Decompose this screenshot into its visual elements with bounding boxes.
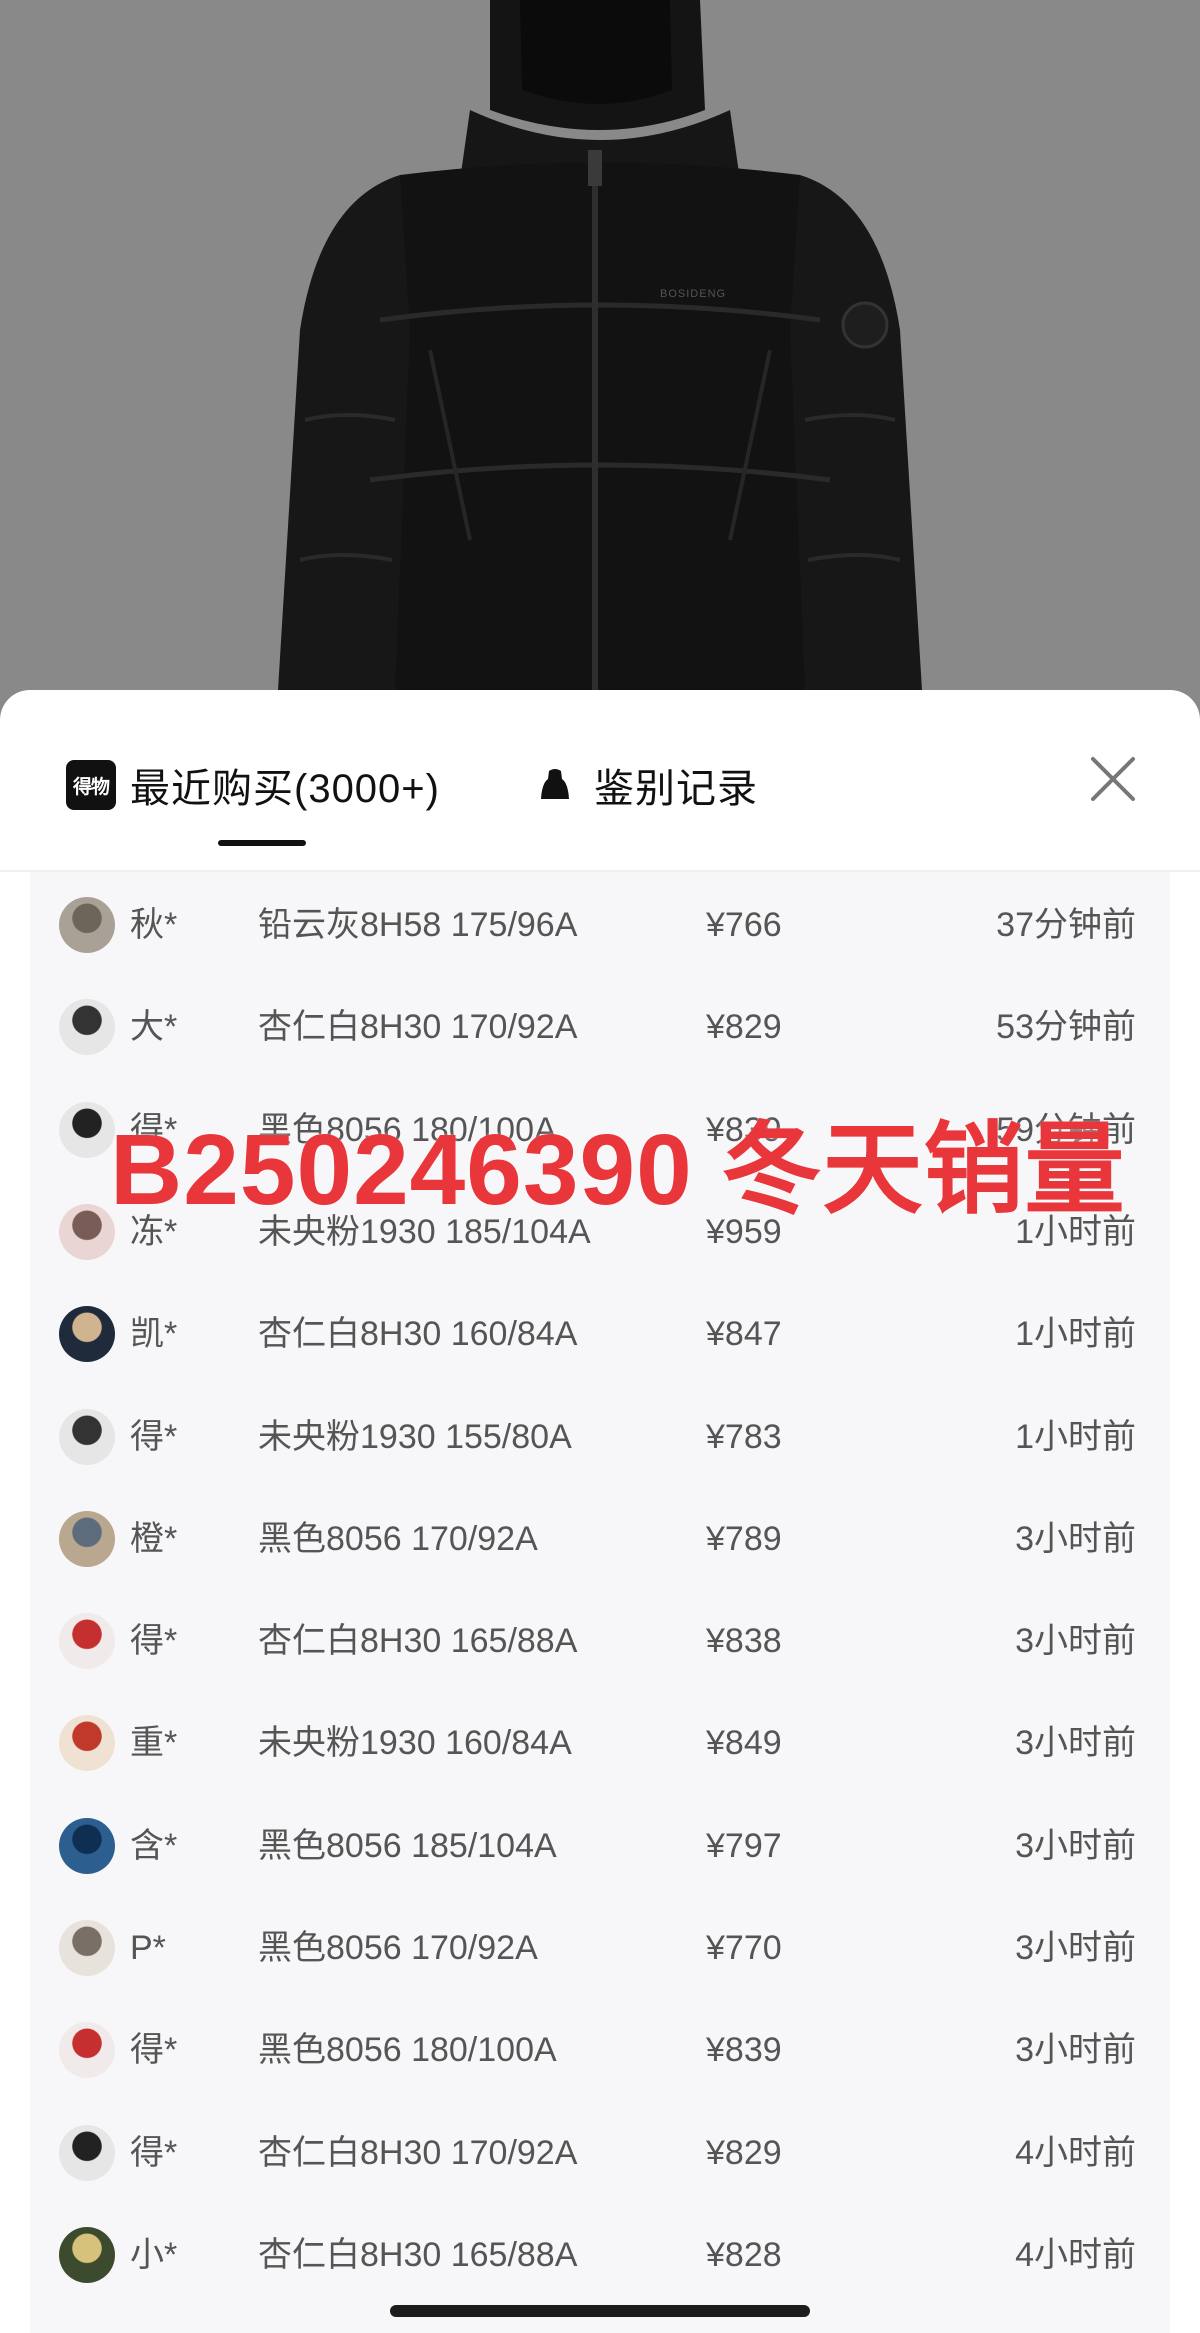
purchase-time: 4小时前: [1015, 2133, 1136, 2172]
purchase-record-list: 秋* 铅云灰8H58 175/96A ¥766 37分钟前大* 杏仁白8H30 170/…: [30, 872, 1170, 2333]
purchase-time: 37分钟前: [996, 906, 1136, 944]
purchase-record-row: 秋* 铅云灰8H58 175/96A ¥766 37分钟前: [30, 874, 1170, 976]
purchase-record-row: 得* 未央粉1930 155/80A ¥783 1小时前: [30, 1386, 1170, 1488]
purchase-record-row: 大* 杏仁白8H30 170/92A ¥829 53分钟前: [30, 976, 1170, 1078]
buyer-name: 得*: [130, 2133, 178, 2172]
purchase-record-row: 得* 杏仁白8H30 170/92A ¥829 4小时前: [30, 2102, 1170, 2204]
item-price: ¥766: [706, 906, 782, 944]
item-spec: 黑色8056 170/92A: [258, 1929, 538, 1967]
purchase-record-row: 凯* 杏仁白8H30 160/84A ¥847 1小时前: [30, 1283, 1170, 1385]
buyer-name: 小*: [130, 2235, 178, 2274]
purchase-time: 3小时前: [1015, 2031, 1136, 2070]
user-avatar: [59, 2022, 115, 2079]
purchase-time: 1小时前: [1015, 1315, 1136, 1354]
item-spec: 杏仁白8H30 165/88A: [258, 2235, 578, 2274]
user-avatar: [59, 1203, 115, 1260]
item-price: ¥839: [706, 2031, 782, 2070]
active-tab-indicator: [218, 840, 306, 846]
buyer-name: P*: [130, 1929, 166, 1967]
home-indicator[interactable]: [390, 2305, 810, 2317]
item-spec: 未央粉1930 160/84A: [258, 1724, 572, 1763]
authentication-icon: [530, 760, 580, 810]
item-price: ¥847: [706, 1315, 782, 1354]
buyer-name: 得*: [130, 1417, 178, 1456]
purchase-time: 53分钟前: [996, 1008, 1136, 1047]
watermark-text: B250246390 冬天销量: [110, 1114, 1126, 1226]
dewu-logo-icon: 得物: [66, 760, 116, 810]
item-price: ¥783: [706, 1417, 782, 1456]
user-avatar: [59, 2226, 115, 2283]
user-avatar: [59, 1510, 115, 1567]
item-price: ¥789: [706, 1519, 782, 1558]
item-spec: 黑色8056 170/92A: [258, 1519, 538, 1558]
purchase-record-row: 橙* 黑色8056 170/92A ¥789 3小时前: [30, 1488, 1170, 1590]
purchase-time: 3小时前: [1015, 1724, 1136, 1763]
user-avatar: [59, 1715, 115, 1772]
buyer-name: 凯*: [130, 1315, 178, 1354]
buyer-name: 重*: [130, 1724, 178, 1763]
item-spec: 黑色8056 180/100A: [258, 2031, 557, 2070]
item-spec: 未央粉1930 155/80A: [258, 1417, 572, 1456]
buyer-name: 得*: [130, 2031, 178, 2070]
recent-purchases-sheet: 得物 最近购买(3000+) 鉴别记录 秋* 铅云灰8H58 175/96A ¥76…: [0, 690, 1200, 2333]
buyer-name: 秋*: [130, 906, 178, 944]
user-avatar: [59, 999, 115, 1056]
purchase-record-row: 得* 黑色8056 180/100A ¥839 3小时前: [30, 1999, 1170, 2101]
tab-recent-purchases[interactable]: 得物 最近购买(3000+): [66, 750, 440, 820]
item-price: ¥829: [706, 2133, 782, 2172]
close-button[interactable]: [1084, 750, 1142, 808]
tab-bar: 得物 最近购买(3000+) 鉴别记录: [0, 690, 1200, 870]
item-price: ¥828: [706, 2235, 782, 2274]
purchase-time: 4小时前: [1015, 2235, 1136, 2274]
purchase-time: 3小时前: [1015, 1826, 1136, 1865]
item-spec: 铅云灰8H58 175/96A: [258, 906, 578, 944]
item-spec: 杏仁白8H30 170/92A: [258, 1008, 578, 1047]
item-spec: 黑色8056 185/104A: [258, 1826, 557, 1865]
product-logo-text: BOSIDENG: [660, 288, 727, 300]
product-image: BOSIDENG: [0, 0, 1200, 720]
close-icon: [1091, 757, 1135, 801]
item-spec: 杏仁白8H30 165/88A: [258, 1622, 578, 1661]
purchase-time: 1小时前: [1015, 1417, 1136, 1456]
tab-authentication-records-label: 鉴别记录: [594, 767, 758, 811]
user-avatar: [59, 1408, 115, 1465]
item-spec: 杏仁白8H30 160/84A: [258, 1315, 578, 1354]
purchase-time: 3小时前: [1015, 1622, 1136, 1661]
purchase-record-row: 小* 杏仁白8H30 165/88A ¥828 4小时前: [30, 2204, 1170, 2306]
buyer-name: 含*: [130, 1826, 178, 1865]
purchase-record-row: 重* 未央粉1930 160/84A ¥849 3小时前: [30, 1692, 1170, 1794]
tab-authentication-records[interactable]: 鉴别记录: [530, 750, 758, 820]
buyer-name: 得*: [130, 1622, 178, 1661]
buyer-name: 橙*: [130, 1519, 178, 1558]
item-price: ¥797: [706, 1826, 782, 1865]
purchase-record-row: 得* 杏仁白8H30 165/88A ¥838 3小时前: [30, 1590, 1170, 1692]
puffer-jacket-image: [0, 0, 1200, 720]
user-avatar: [59, 1817, 115, 1874]
authentication-icon-glyph: [541, 769, 569, 799]
user-avatar: [59, 1101, 115, 1158]
item-spec: 杏仁白8H30 170/92A: [258, 2133, 578, 2172]
item-price: ¥770: [706, 1929, 782, 1967]
purchase-time: 3小时前: [1015, 1929, 1136, 1967]
user-avatar: [59, 1306, 115, 1363]
item-price: ¥849: [706, 1724, 782, 1763]
item-price: ¥838: [706, 1622, 782, 1661]
purchase-record-row: P* 黑色8056 170/92A ¥770 3小时前: [30, 1897, 1170, 1999]
user-avatar: [59, 1613, 115, 1670]
user-avatar: [59, 1920, 115, 1976]
user-avatar: [59, 2124, 115, 2181]
purchase-time: 3小时前: [1015, 1519, 1136, 1558]
tab-recent-purchases-label: 最近购买(3000+): [130, 767, 440, 811]
buyer-name: 大*: [130, 1008, 178, 1047]
user-avatar: [59, 897, 115, 953]
dewu-logo-text: 得物: [72, 776, 110, 798]
purchase-record-row: 含* 黑色8056 185/104A ¥797 3小时前: [30, 1795, 1170, 1897]
item-price: ¥829: [706, 1008, 782, 1047]
